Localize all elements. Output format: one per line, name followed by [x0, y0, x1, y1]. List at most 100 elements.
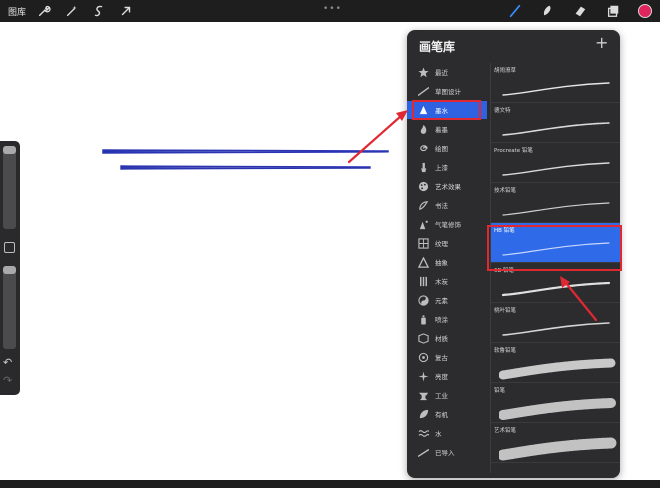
category-item[interactable]: 喷涂	[407, 310, 487, 328]
layers-icon[interactable]	[605, 3, 621, 19]
category-item[interactable]: 气笔修饰	[407, 215, 487, 233]
star-icon	[417, 66, 429, 78]
spiral-icon	[417, 142, 429, 154]
brush-icon[interactable]	[507, 3, 523, 19]
material-icon	[417, 332, 429, 344]
category-label: 书法	[435, 202, 448, 210]
triangle-icon	[417, 256, 429, 268]
category-label: 已导入	[435, 449, 455, 457]
category-label: 元素	[435, 297, 448, 305]
brush-stroke-preview	[502, 322, 610, 336]
modify-button[interactable]	[4, 242, 15, 253]
transform-arrow-icon[interactable]	[118, 3, 134, 19]
category-label: 有机	[435, 411, 448, 419]
smudge-icon[interactable]	[539, 3, 555, 19]
bottom-bar	[0, 480, 660, 488]
category-item[interactable]: 元素	[407, 291, 487, 309]
color-picker-button[interactable]	[638, 4, 652, 18]
spray-can-icon	[417, 313, 429, 325]
category-item[interactable]: 书法	[407, 196, 487, 214]
opacity-knob[interactable]	[3, 266, 16, 274]
category-item[interactable]: 艺术效果	[407, 177, 487, 195]
category-item[interactable]: 绘图	[407, 139, 487, 157]
category-item[interactable]: 上漆	[407, 158, 487, 176]
panel-title: 画笔库	[419, 40, 456, 54]
brush-item[interactable]: 铅笔	[491, 383, 620, 423]
brush-name: Procreate 铅笔	[494, 148, 533, 154]
brush-name: 艺术铅笔	[494, 428, 517, 434]
category-item[interactable]: 木炭	[407, 272, 487, 290]
category-label: 亮度	[435, 373, 448, 381]
charcoal-icon	[417, 275, 429, 287]
brush-stroke-preview	[499, 398, 616, 420]
category-label: 工业	[435, 392, 448, 400]
category-label: 最近	[435, 69, 448, 77]
brush-size-knob[interactable]	[3, 146, 16, 154]
category-label: 喷涂	[435, 316, 448, 324]
selection-icon[interactable]	[91, 3, 107, 19]
category-item[interactable]: 抽象	[407, 253, 487, 271]
brush-item[interactable]: 胡闹潦草	[491, 63, 620, 103]
category-item[interactable]: 有机	[407, 405, 487, 423]
category-label: 水	[435, 430, 442, 438]
brush-stroke-preview	[502, 162, 610, 176]
eraser-icon[interactable]	[572, 3, 588, 19]
brush-stroke-preview	[499, 437, 617, 461]
calligraphy-icon	[417, 199, 429, 211]
category-label: 绘图	[435, 145, 448, 153]
airbrush-icon	[417, 218, 429, 230]
category-item[interactable]: 亮度	[407, 367, 487, 385]
app-window: 图库 ••• ↶ ↷ 画笔库 + 最近 草图设计 墨水 着墨 绘图 上漆 艺术效…	[0, 0, 660, 488]
highlight-box-ink-category	[412, 100, 481, 120]
brush-item[interactable]: 软鲁铅笔	[491, 343, 620, 383]
category-item[interactable]: 草图设计	[407, 82, 487, 100]
category-label: 艺术效果	[435, 183, 461, 191]
brush-item[interactable]: 桃叶铅笔	[491, 303, 620, 343]
brush-category-list: 最近 草图设计 墨水 着墨 绘图 上漆 艺术效果 书法 气笔修饰 纹理 抽象 木…	[407, 63, 487, 473]
category-label: 草图设计	[435, 88, 461, 96]
anvil-icon	[417, 389, 429, 401]
horizontal-strokes	[102, 149, 397, 322]
brush-stroke-preview	[501, 281, 611, 297]
category-item[interactable]: 水	[407, 424, 487, 442]
brush-item[interactable]: 德文特	[491, 103, 620, 143]
category-item[interactable]: 工业	[407, 386, 487, 404]
brush-stroke-preview	[499, 358, 616, 380]
magic-wand-icon[interactable]	[64, 3, 80, 19]
gallery-button[interactable]: 图库	[8, 5, 26, 18]
vertical-strokes	[165, 138, 374, 465]
category-label: 气笔修饰	[435, 221, 461, 229]
undo-icon[interactable]: ↶	[3, 356, 12, 369]
brush-stroke-preview	[502, 122, 610, 136]
category-item[interactable]: 最近	[407, 63, 487, 81]
category-item[interactable]: 纹理	[407, 234, 487, 252]
left-sidebar: ↶ ↷	[0, 141, 20, 395]
category-item[interactable]: 已导入	[407, 443, 487, 461]
opacity-slider[interactable]	[3, 266, 16, 349]
leaf-icon	[417, 408, 429, 420]
paint-brush-icon	[417, 161, 429, 173]
category-item[interactable]: 着墨	[407, 120, 487, 138]
category-label: 材质	[435, 335, 448, 343]
brush-name: 软鲁铅笔	[494, 348, 517, 354]
brush-stroke-preview	[502, 202, 610, 216]
brush-stroke-preview	[502, 82, 610, 96]
wrench-icon[interactable]	[36, 3, 52, 19]
category-item[interactable]: 复古	[407, 348, 487, 366]
brush-item[interactable]: 技术铅笔	[491, 183, 620, 223]
category-item[interactable]: 材质	[407, 329, 487, 347]
highlight-box-hb-pencil	[487, 225, 622, 271]
add-brush-icon[interactable]: +	[595, 33, 608, 52]
brush-name: 德文特	[494, 108, 511, 114]
brush-item[interactable]: Procreate 铅笔	[491, 143, 620, 183]
import-icon	[417, 446, 429, 458]
redo-icon[interactable]: ↷	[3, 374, 12, 387]
category-label: 上漆	[435, 164, 448, 172]
brush-size-slider[interactable]	[3, 146, 16, 229]
brush-name: 铅笔	[494, 388, 506, 394]
more-options-icon[interactable]: •••	[323, 4, 342, 14]
category-label: 复古	[435, 354, 448, 362]
brush-item[interactable]: 艺术铅笔	[491, 423, 620, 463]
palette-icon	[417, 180, 429, 192]
category-label: 抽象	[435, 259, 448, 267]
